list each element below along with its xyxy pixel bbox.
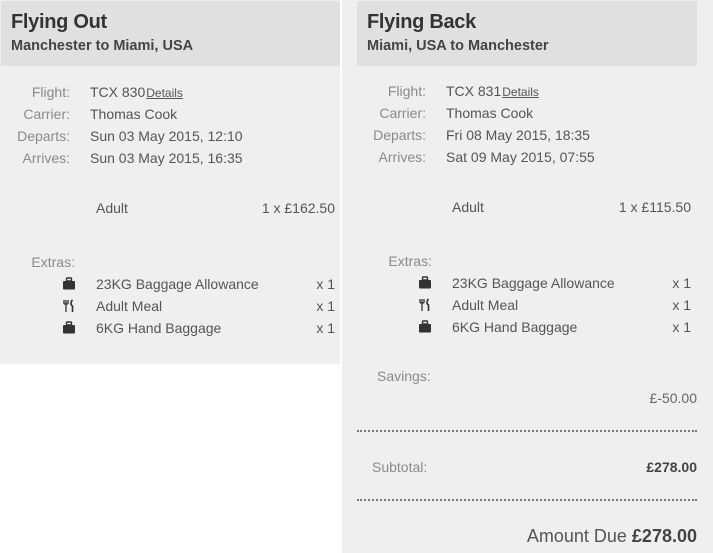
departs-label: Departs: — [17, 128, 70, 144]
details-link[interactable]: Details — [502, 85, 539, 99]
savings-value: £-50.00 — [649, 390, 697, 406]
extra-item-label: 6KG Hand Baggage — [96, 320, 222, 336]
extra-item-qty: x 1 — [672, 319, 691, 335]
extra-item-label: 23KG Baggage Allowance — [452, 275, 615, 291]
savings-label: Savings: — [377, 368, 431, 384]
flying-back-header: Flying Back Miami, USA to Manchester — [357, 1, 697, 66]
departs-value: Sun 03 May 2015, 12:10 — [90, 128, 243, 144]
extra-item-qty: x 1 — [672, 275, 691, 291]
extras-label: Extras: — [31, 254, 75, 270]
flight-label: Flight: — [31, 84, 70, 100]
passenger-price: 1 x £115.50 — [618, 199, 691, 215]
flying-out-panel: Flying Out Manchester to Miami, USA Flig… — [0, 0, 340, 364]
passenger-price: 1 x £162.50 — [261, 200, 335, 216]
carrier-value: Thomas Cook — [90, 106, 178, 122]
arrives-value: Sat 09 May 2015, 07:55 — [446, 149, 595, 165]
suitcase-icon — [419, 320, 431, 333]
arrives-value: Sun 03 May 2015, 16:35 — [90, 150, 243, 166]
extra-item-qty: x 1 — [316, 298, 335, 314]
departs-label: Departs: — [373, 127, 426, 143]
suitcase-icon — [63, 321, 75, 334]
subtotal-value: £278.00 — [646, 459, 697, 475]
subtotal-label: Subtotal: — [372, 459, 428, 475]
passenger-type: Adult — [96, 200, 128, 216]
departs-value: Fri 08 May 2015, 18:35 — [446, 127, 590, 143]
flying-out-header: Flying Out Manchester to Miami, USA — [1, 1, 340, 66]
divider — [357, 499, 697, 501]
flying-back-panel: Flying Back Miami, USA to Manchester Fli… — [342, 0, 713, 553]
flight-number-row: TCX 830Details — [90, 84, 183, 100]
flying-back-title: Flying Back — [367, 11, 476, 33]
extra-item-label: Adult Meal — [452, 297, 519, 313]
extra-item-label: 23KG Baggage Allowance — [96, 276, 259, 292]
divider — [357, 430, 697, 432]
extras-label: Extras: — [388, 253, 432, 269]
carrier-label: Carrier: — [23, 106, 70, 122]
cutlery-icon — [419, 298, 430, 311]
extra-item-label: 6KG Hand Baggage — [452, 319, 578, 335]
extra-item-qty: x 1 — [316, 276, 335, 292]
flying-back-route: Miami, USA to Manchester — [367, 38, 549, 54]
extra-item-qty: x 1 — [672, 297, 691, 313]
passenger-type: Adult — [452, 199, 484, 215]
amount-due-value: £278.00 — [631, 526, 697, 546]
cutlery-icon — [63, 299, 74, 312]
flying-out-route: Manchester to Miami, USA — [11, 38, 194, 54]
flight-number: TCX 830 — [90, 84, 146, 100]
suitcase-icon — [419, 276, 431, 289]
extra-item-label: Adult Meal — [96, 298, 163, 314]
amount-due-label: Amount Due — [526, 526, 627, 546]
flying-out-title: Flying Out — [11, 11, 107, 33]
extra-item-qty: x 1 — [316, 320, 335, 336]
details-link[interactable]: Details — [146, 86, 183, 100]
carrier-value: Thomas Cook — [446, 105, 534, 121]
carrier-label: Carrier: — [379, 105, 426, 121]
arrives-label: Arrives: — [378, 149, 426, 165]
amount-due: Amount Due £278.00 — [527, 526, 697, 547]
arrives-label: Arrives: — [22, 150, 70, 166]
flight-number-row: TCX 831Details — [446, 83, 539, 99]
flight-number: TCX 831 — [446, 83, 502, 99]
flight-label: Flight: — [387, 83, 426, 99]
suitcase-icon — [63, 277, 75, 290]
